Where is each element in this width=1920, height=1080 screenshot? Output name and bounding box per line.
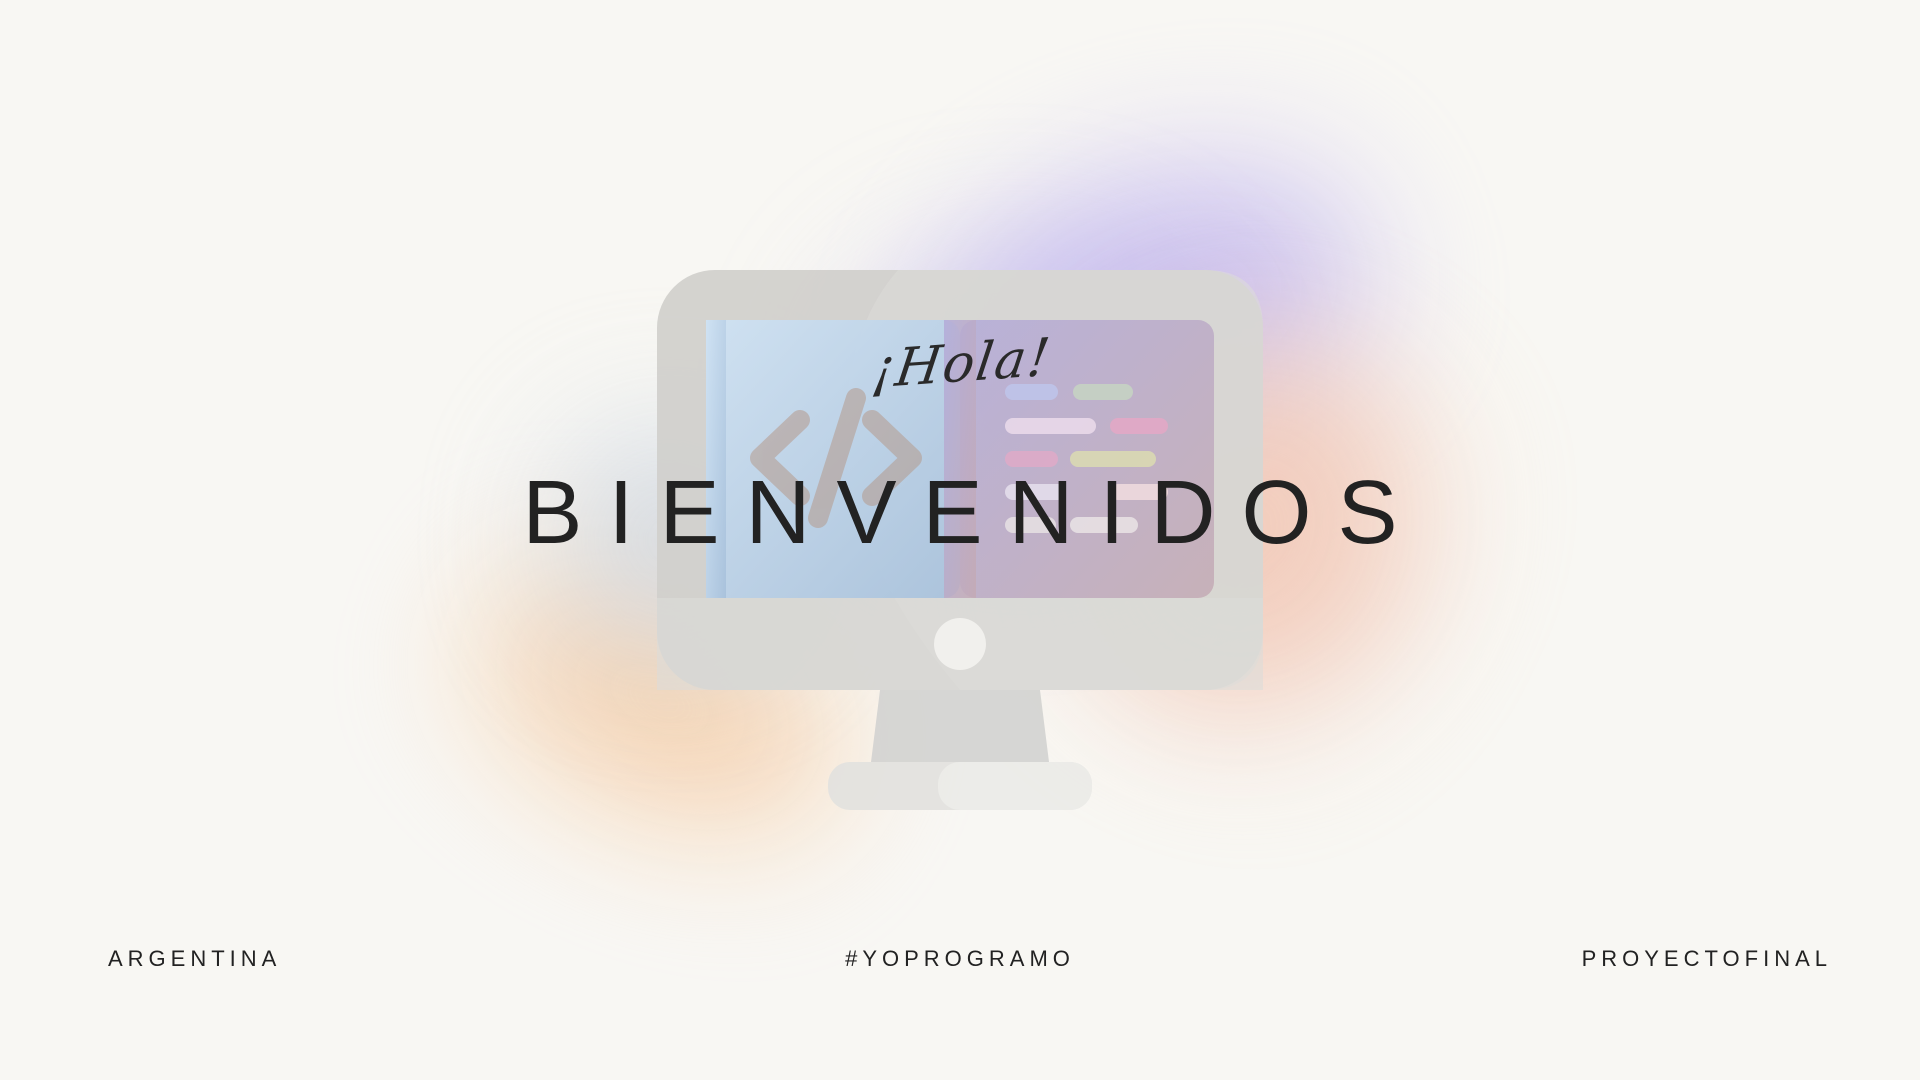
page-title: BIENVENIDOS [522,463,1424,563]
power-button-icon [934,618,986,670]
welcome-slide: ¡Hola! BIENVENIDOS ARGENTINA #YOPROGRAMO… [0,0,1920,1080]
footer-project: PROYECTOFINAL [1581,946,1832,971]
monitor-stand [828,690,1092,810]
